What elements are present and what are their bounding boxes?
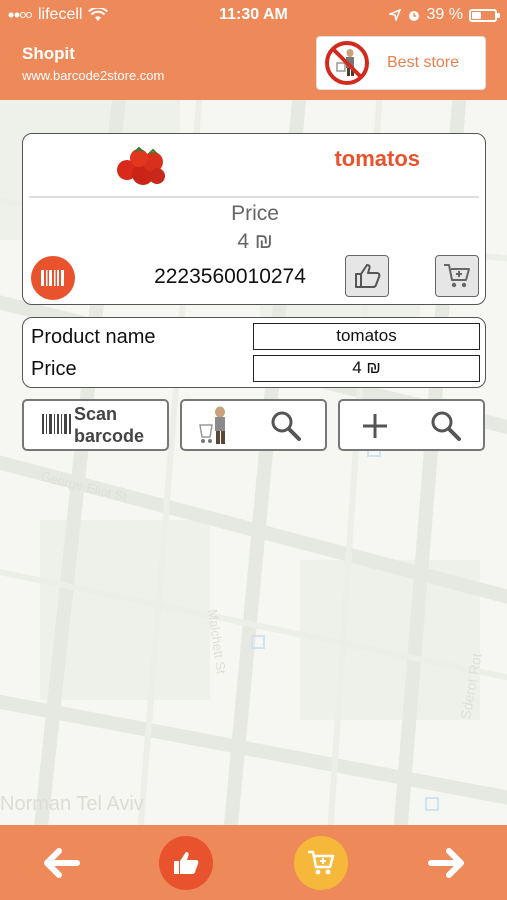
- price-field-label: Price: [31, 358, 77, 380]
- product-name-title: tomatos: [334, 146, 420, 171]
- plus-icon: [363, 414, 387, 438]
- thumbs-up-icon: [355, 264, 381, 288]
- like-button[interactable]: [345, 255, 389, 297]
- status-right: 39 %: [388, 6, 500, 24]
- cart-icon: [444, 264, 470, 288]
- best-store-button[interactable]: Best store: [316, 36, 486, 90]
- product-details: Product name tomatos Price 4 ₪: [22, 317, 486, 388]
- map-label-norman: Norman Tel Aviv: [0, 793, 144, 815]
- cart-nav-button[interactable]: [294, 836, 348, 890]
- app-header: lifecell 11:30 AM 39 % Shopit www.barcod…: [0, 0, 507, 100]
- search-icon: [431, 411, 461, 441]
- status-bar: lifecell 11:30 AM 39 %: [0, 0, 507, 30]
- scan-barcode-button[interactable]: Scan barcode: [22, 399, 169, 451]
- location-arrow-icon: [388, 9, 401, 21]
- battery-text: 39 %: [426, 6, 463, 23]
- tomatoes-image: [117, 146, 165, 185]
- product-card: tomatos Price 4 ₪ 2223560010274: [22, 133, 486, 305]
- alarm-icon: [408, 11, 419, 21]
- add-search-button[interactable]: [338, 399, 485, 451]
- cart-button[interactable]: [435, 255, 479, 297]
- product-name-label: Product name: [31, 326, 156, 348]
- price-value: 4 ₪: [237, 230, 273, 253]
- arrow-left-icon: [44, 848, 80, 878]
- scan-label-line1: Scan: [74, 404, 118, 424]
- card-divider: [29, 196, 479, 198]
- best-store-label: Best store: [387, 54, 460, 71]
- search-icon: [271, 411, 301, 441]
- product-name-field[interactable]: tomatos: [253, 323, 480, 350]
- no-shopper-icon: [323, 39, 371, 87]
- cart-icon: [308, 850, 335, 875]
- price-label: Price: [231, 202, 279, 225]
- back-button[interactable]: [34, 836, 88, 890]
- bottom-nav: [0, 825, 507, 900]
- price-field[interactable]: 4 ₪: [253, 355, 480, 382]
- scan-label-line2: barcode: [74, 426, 145, 446]
- like-nav-button[interactable]: [159, 836, 213, 890]
- barcode-icon: [42, 414, 71, 434]
- battery-level: [472, 11, 481, 19]
- arrow-right-icon: [428, 848, 464, 878]
- thumbs-up-icon: [174, 852, 199, 874]
- battery-icon: [469, 8, 500, 22]
- shopper-icon: [199, 406, 225, 444]
- app-title: Shopit: [22, 44, 75, 63]
- forward-button[interactable]: [420, 836, 474, 890]
- find-shopper-button[interactable]: [180, 399, 327, 451]
- app-url: www.barcode2store.com: [22, 68, 165, 83]
